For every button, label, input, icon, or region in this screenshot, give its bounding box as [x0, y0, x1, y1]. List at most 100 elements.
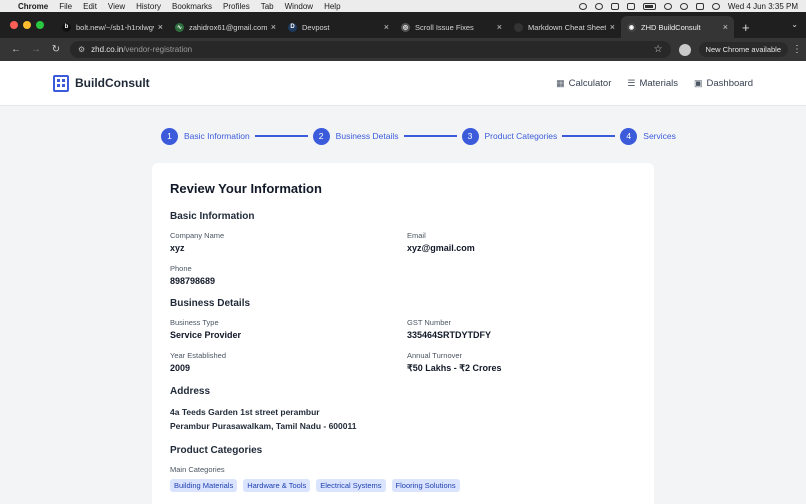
category-tags: Building Materials Hardware & Tools Elec…	[170, 479, 636, 492]
category-tag: Electrical Systems	[316, 479, 386, 492]
clipboard-icon[interactable]	[610, 2, 619, 10]
wifi-icon[interactable]	[663, 2, 672, 10]
field-phone: Phone 898798689	[170, 264, 407, 286]
menu-view[interactable]: View	[108, 2, 125, 11]
nav-calculator[interactable]: ▦ Calculator	[556, 78, 611, 89]
step-connector	[562, 135, 616, 137]
profile-avatar[interactable]	[678, 43, 691, 56]
section-basic-information: Basic Information Company Name xyz Email…	[170, 211, 636, 286]
menu-edit[interactable]: Edit	[83, 2, 97, 11]
step-number: 2	[312, 127, 330, 145]
tab-close-icon[interactable]: ×	[610, 22, 615, 32]
menu-tab[interactable]: Tab	[261, 2, 274, 11]
url-domain: zhd.co.in	[91, 45, 124, 54]
menu-file[interactable]: File	[59, 2, 72, 11]
menu-help[interactable]: Help	[324, 2, 340, 11]
brand[interactable]: BuildConsult	[53, 74, 150, 92]
status-icons: Wed 4 Jun 3:35 PM	[578, 2, 798, 11]
registration-stepper: 1 Basic Information 2 Business Details 3…	[161, 127, 806, 145]
brand-name: BuildConsult	[75, 76, 150, 90]
nav-calculator-label: Calculator	[568, 77, 612, 89]
browser-tab[interactable]: D Devpost ×	[282, 16, 395, 38]
browser-tab[interactable]: b bolt.new/~/sb1-h1rxlwgv ×	[56, 16, 169, 38]
step-label: Business Details	[335, 131, 399, 141]
nav-materials[interactable]: ☰ Materials	[627, 78, 678, 89]
field-label: Year Established	[170, 351, 227, 360]
menu-window[interactable]: Window	[285, 2, 313, 11]
field-gst-number: GST Number 335464SRTDYTDFY	[407, 318, 644, 340]
minimize-window-icon[interactable]	[23, 21, 31, 29]
nav-materials-label: Materials	[639, 77, 678, 89]
chrome-update-button[interactable]: New Chrome available	[698, 42, 788, 57]
close-window-icon[interactable]	[10, 21, 18, 29]
battery-icon[interactable]	[642, 2, 656, 10]
tab-close-icon[interactable]: ×	[723, 22, 728, 32]
site-header: BuildConsult ▦ Calculator ☰ Materials ▣ …	[0, 61, 806, 106]
menu-profiles[interactable]: Profiles	[223, 2, 250, 11]
step-product-categories[interactable]: 3 Product Categories	[461, 127, 558, 145]
section-business-details: Business Details Business Type Service P…	[170, 298, 636, 374]
tab-title: Devpost	[302, 22, 330, 32]
calculator-icon: ▦	[556, 77, 565, 88]
step-services[interactable]: 4 Services	[620, 127, 676, 145]
tab-close-icon[interactable]: ×	[158, 22, 163, 32]
step-number: 1	[161, 127, 178, 145]
site-info-icon[interactable]: ⚙	[78, 45, 85, 54]
chrome-menu-icon[interactable]: ⋮	[792, 44, 802, 55]
new-tab-button[interactable]: +	[742, 16, 750, 38]
zoom-window-icon[interactable]	[36, 21, 44, 29]
browser-tab[interactable]: ◉ ZHD BuildConsult ×	[621, 16, 734, 38]
browser-tab[interactable]: ∿ zahidrox61@gmail.com ×	[169, 16, 282, 38]
field-label: Business Type	[170, 318, 219, 327]
field-label: Company Name	[170, 231, 225, 240]
field-email: Email xyz@gmail.com	[407, 231, 644, 253]
step-basic-information[interactable]: 1 Basic Information	[161, 127, 250, 145]
at-icon[interactable]	[594, 2, 603, 10]
step-label: Product Categories	[484, 131, 558, 141]
field-value: 898798689	[170, 276, 216, 286]
menu-history[interactable]: History	[136, 2, 161, 11]
tab-search-icon[interactable]: ⌄	[791, 20, 798, 29]
section-heading: Business Details	[170, 298, 251, 309]
clock[interactable]: Wed 4 Jun 3:35 PM	[728, 2, 798, 11]
menu-app-chrome[interactable]: Chrome	[18, 2, 48, 11]
main-categories-label: Main Categories	[170, 465, 225, 474]
control-center-icon[interactable]	[695, 2, 704, 10]
field-value: xyz@gmail.com	[407, 243, 475, 253]
step-connector	[403, 135, 457, 137]
address-bar[interactable]: ⚙ zhd.co.in/vendor-registration ☆	[70, 41, 671, 58]
browser-tab[interactable]: ◎ Scroll Issue Fixes ×	[395, 16, 508, 38]
browser-tab[interactable]: Markdown Cheat Sheet ×	[508, 16, 621, 38]
sync-icon[interactable]	[578, 2, 587, 10]
nav-dashboard[interactable]: ▣ Dashboard	[694, 78, 753, 89]
step-number: 4	[620, 127, 638, 145]
step-label: Services	[643, 131, 676, 141]
section-address: Address 4a Teeds Garden 1st street peram…	[170, 386, 636, 433]
search-icon[interactable]	[679, 2, 688, 10]
tab-title: Markdown Cheat Sheet	[528, 22, 606, 32]
address-line-1: 4a Teeds Garden 1st street perambur	[170, 407, 320, 417]
field-label: Annual Turnover	[407, 351, 463, 360]
forward-icon[interactable]: →	[26, 44, 46, 55]
tab-close-icon[interactable]: ×	[497, 22, 502, 32]
reload-icon[interactable]: ↻	[46, 44, 66, 55]
siri-icon[interactable]	[711, 2, 720, 10]
field-value: ₹50 Lakhs - ₹2 Crores	[407, 363, 502, 373]
back-icon[interactable]: ←	[6, 44, 26, 55]
tab-favicon-icon: ◉	[627, 22, 636, 32]
tab-close-icon[interactable]: ×	[271, 22, 276, 32]
review-card: Review Your Information Basic Informatio…	[152, 163, 654, 504]
bookmark-star-icon[interactable]: ☆	[654, 44, 663, 55]
tab-favicon-icon: b	[62, 22, 71, 32]
tab-close-icon[interactable]: ×	[384, 22, 389, 32]
field-value: 2009	[170, 363, 191, 373]
step-connector	[254, 135, 308, 137]
field-annual-turnover: Annual Turnover ₹50 Lakhs - ₹2 Crores	[407, 351, 644, 374]
menu-bookmarks[interactable]: Bookmarks	[172, 2, 212, 11]
field-value: xyz	[170, 243, 185, 253]
field-company-name: Company Name xyz	[170, 231, 407, 253]
category-tag: Flooring Solutions	[391, 479, 460, 492]
app-icon[interactable]	[626, 2, 635, 10]
step-business-details[interactable]: 2 Business Details	[312, 127, 399, 145]
section-product-categories: Product Categories Main Categories Build…	[170, 445, 636, 492]
